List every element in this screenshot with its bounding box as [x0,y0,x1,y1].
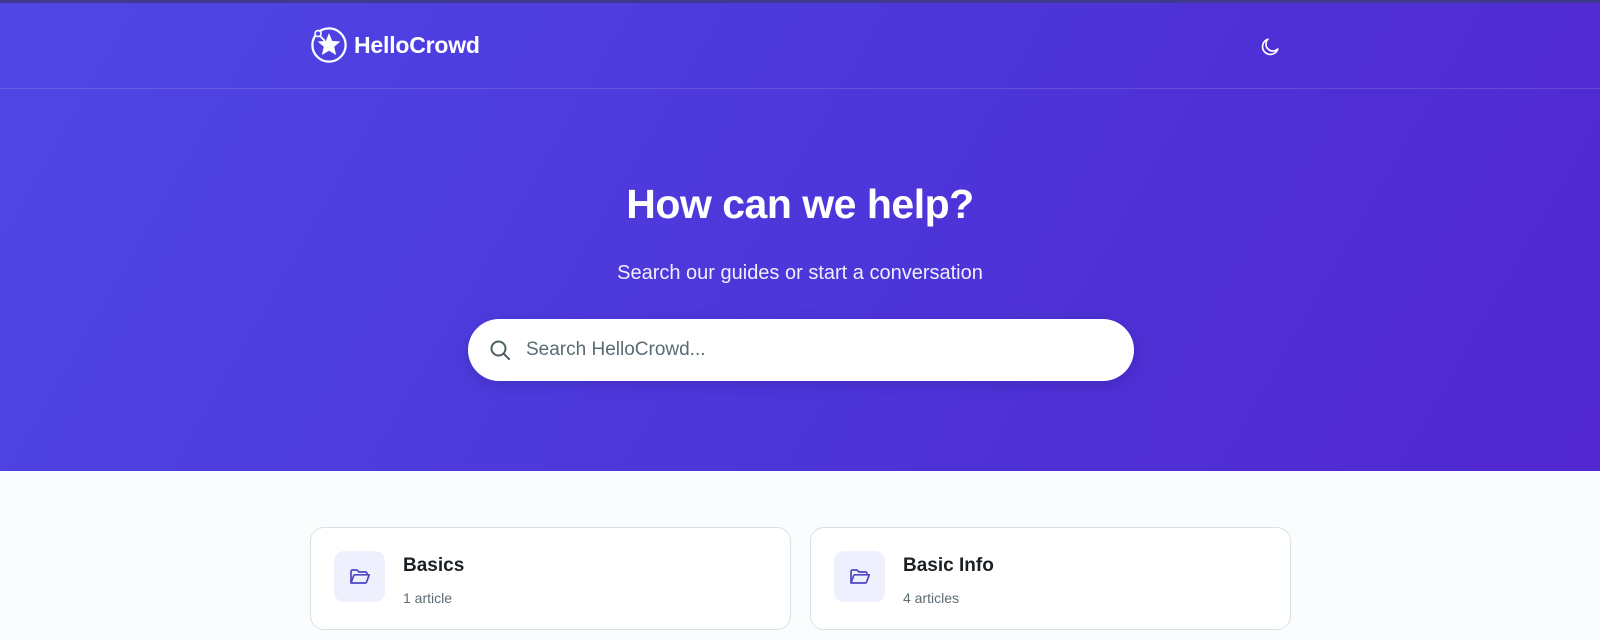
category-card-basics[interactable]: Basics 1 article [310,527,791,630]
hero-title: How can we help? [626,181,974,227]
category-article-count: 1 article [403,590,453,606]
folder-open-icon [349,568,370,584]
brand-home-link[interactable]: HelloCrowd [310,25,480,65]
category-card-basic-info[interactable]: Basic Info 4 articles [810,527,1291,630]
top-navigation-bar: HelloCrowd [0,3,1600,89]
folder-open-icon [849,568,870,584]
search-box [468,319,1134,381]
theme-toggle-button[interactable] [1254,31,1286,63]
category-article-count: 4 articles [903,590,960,606]
category-title: Basic Info [903,555,994,576]
hellocrowd-logo-icon [311,27,347,63]
search-icon [488,338,512,362]
category-cards: Basics 1 article Basic Info 4 articles [310,527,1291,630]
category-icon-box [334,551,385,602]
moon-icon [1261,38,1279,56]
hero-subtitle: Search our guides or start a conversatio… [617,262,983,284]
brand-name: HelloCrowd [354,31,480,58]
category-icon-box [834,551,885,602]
hero-section: HelloCrowd How can we help? Search our g… [0,0,1600,471]
search-input[interactable] [526,330,1110,370]
category-title: Basics [403,555,465,576]
